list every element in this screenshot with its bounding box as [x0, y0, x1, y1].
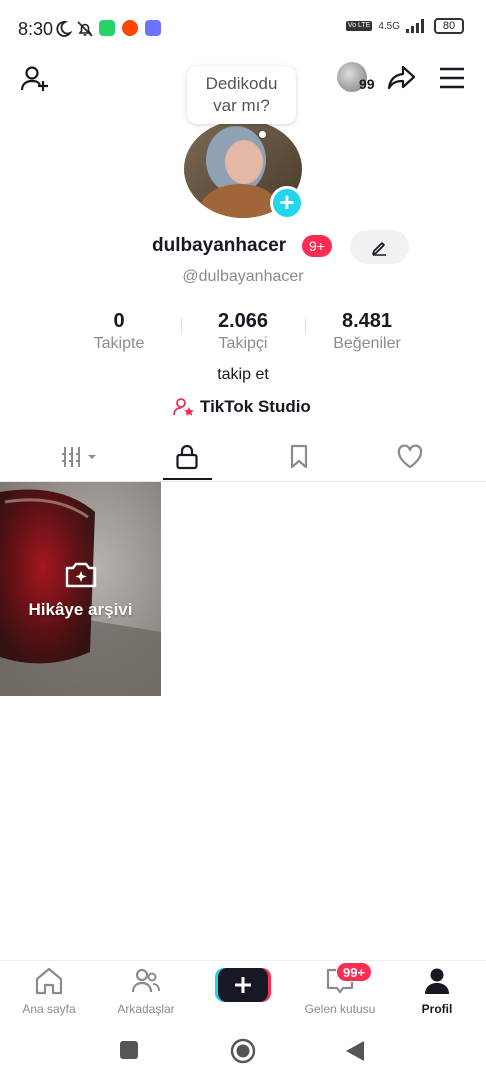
stat-following-label: Takipte [93, 335, 145, 352]
tab-liked[interactable] [349, 432, 470, 482]
bio-text: takip et [217, 366, 269, 383]
bell-muted-icon [77, 21, 93, 37]
username: dulbayanhacer [152, 235, 287, 256]
network-type: 4.5G [378, 20, 400, 32]
inbox-badge: 99+ [336, 962, 373, 982]
system-nav [0, 1025, 486, 1080]
status-right: Vo LTE 4.5G 80 [345, 18, 464, 34]
grid-filter-icon [61, 447, 96, 467]
pencil-icon [372, 242, 386, 256]
tab-private[interactable] [126, 432, 247, 482]
stat-following[interactable]: 0 Takipte [59, 310, 179, 353]
reddit-icon [122, 20, 138, 36]
status-time: 8:30 [18, 19, 54, 39]
story-archive-tile[interactable] [0, 482, 161, 696]
status-bubble[interactable]: Dedikodu var mı? [187, 66, 296, 124]
nav-friends[interactable]: Arkadaşlar [98, 967, 194, 1016]
stat-divider [305, 318, 306, 334]
story-archive-label: Hikâye arşivi [28, 600, 133, 619]
profile-icon [425, 968, 449, 994]
menu-icon[interactable] [439, 67, 465, 89]
bubble-text-line1: Dedikodu [205, 74, 278, 93]
back-button[interactable] [344, 1039, 366, 1063]
signal-icon [406, 19, 424, 33]
create-button[interactable] [215, 968, 271, 1002]
stat-divider [181, 318, 182, 334]
bookmark-icon [290, 444, 307, 469]
moon-icon [56, 21, 72, 37]
nav-home[interactable]: Ana sayfa [1, 967, 97, 1016]
stat-followers-value: 2.066 [217, 310, 269, 332]
user-handle: @dulbayanhacer [182, 268, 304, 285]
nav-profile[interactable]: Profil [389, 967, 485, 1016]
stat-followers[interactable]: 2.066 Takipçi [183, 310, 303, 353]
active-tab-indicator [163, 478, 212, 480]
stat-followers-label: Takipçi [218, 335, 268, 352]
stat-likes[interactable]: 8.481 Beğeniler [307, 310, 427, 353]
friends-count-badge: 99 [359, 76, 375, 92]
stat-following-value: 0 [113, 310, 125, 332]
home-system-button[interactable] [230, 1038, 256, 1064]
volte-icon: Vo LTE [345, 21, 373, 31]
add-story-button[interactable]: + [270, 186, 304, 220]
tab-videos[interactable] [20, 432, 141, 482]
nav-friends-label: Arkadaşlar [117, 1002, 175, 1016]
friends-icon [131, 968, 160, 993]
add-friend-icon[interactable] [20, 64, 50, 94]
stat-likes-label: Beğeniler [333, 335, 401, 352]
share-icon[interactable] [386, 64, 416, 92]
whatsapp-icon [99, 20, 115, 36]
tiktok-studio-link[interactable]: TikTok Studio [173, 397, 311, 417]
bubble-text-line2: var mı? [213, 96, 270, 115]
nav-inbox-label: Gelen kutusu [304, 1002, 376, 1016]
edit-profile-button[interactable] [350, 230, 409, 264]
friends-avatar-button[interactable]: 99 [337, 62, 379, 94]
home-icon [35, 967, 63, 995]
status-bar: 8:30 Vo LTE 4.5G 80 [0, 0, 486, 58]
tiktok-studio-label: TikTok Studio [200, 397, 311, 416]
stat-likes-value: 8.481 [341, 310, 393, 332]
story-archive-icon [65, 562, 97, 588]
nav-home-label: Ana sayfa [22, 1002, 76, 1016]
nav-profile-label: Profil [421, 1002, 453, 1016]
battery-icon: 80 [434, 18, 464, 34]
notification-badge[interactable]: 9+ [302, 235, 332, 257]
heart-icon [397, 444, 422, 469]
lock-icon [175, 444, 198, 470]
profile-tabs [0, 432, 486, 482]
recents-button[interactable] [120, 1041, 138, 1059]
app-icon [145, 20, 161, 36]
creator-star-icon [173, 398, 194, 416]
bubble-tail [259, 131, 266, 138]
tab-bookmarks[interactable] [238, 432, 359, 482]
